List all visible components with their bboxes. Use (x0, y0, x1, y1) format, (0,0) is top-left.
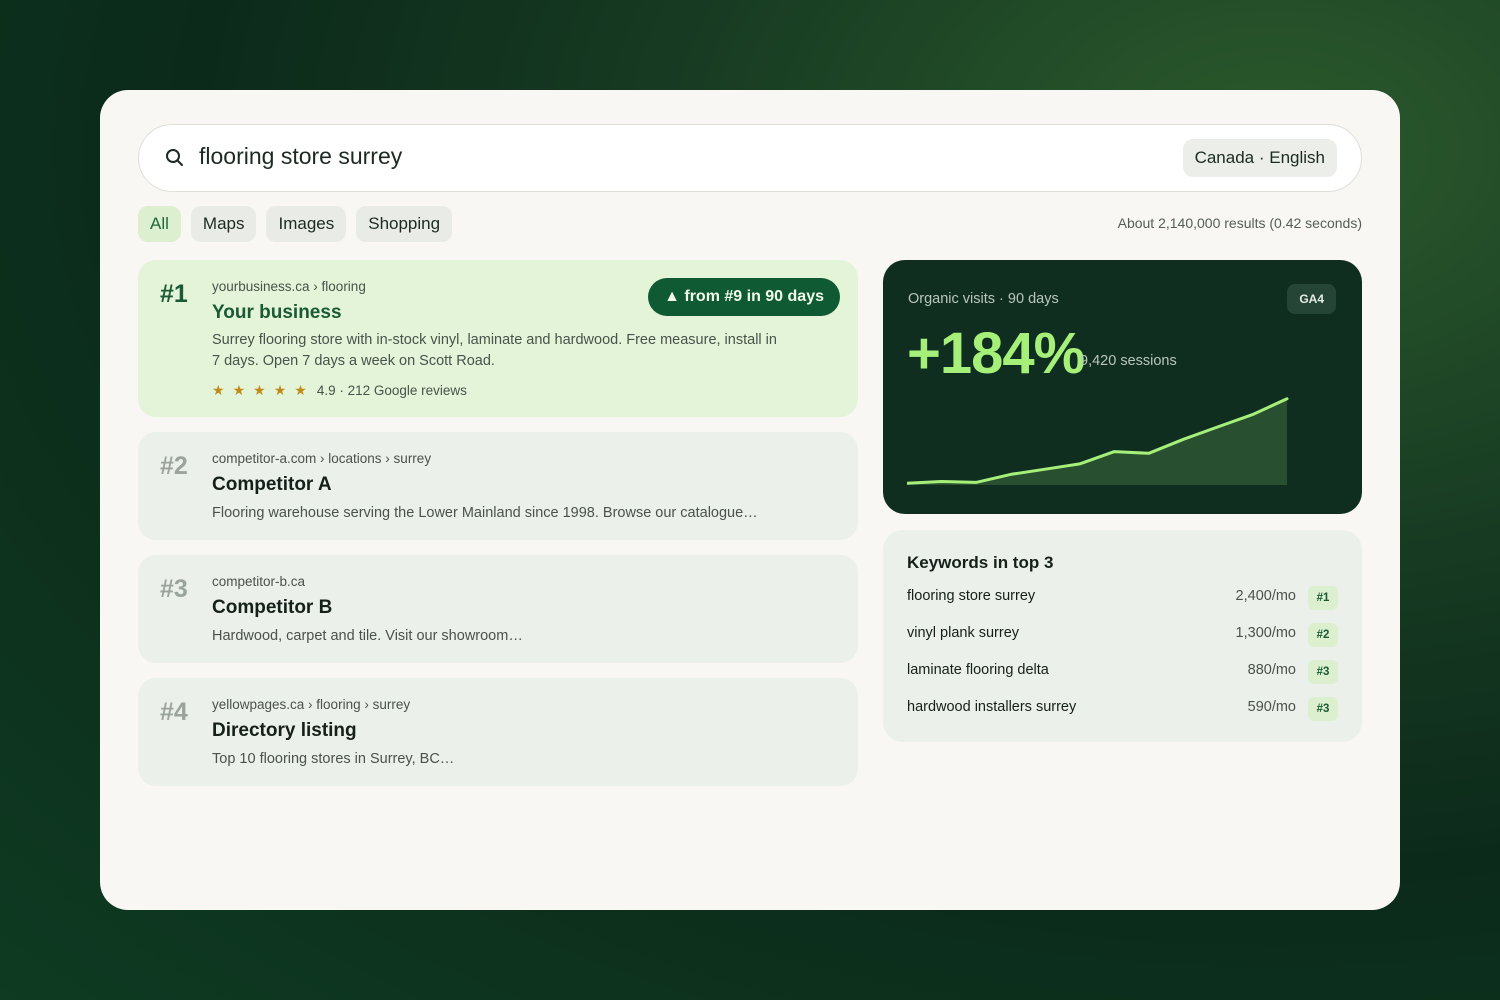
search-result-2[interactable]: #2 competitor-a.com › locations › surrey… (138, 432, 858, 540)
star-icon: ★ (253, 382, 266, 398)
keywords-title: Keywords in top 3 (907, 553, 1054, 572)
star-icon: ★ (232, 382, 246, 398)
keyword-position-badge: #1 (1308, 586, 1338, 610)
result-breadcrumb[interactable]: yellowpages.ca › flooring › surrey (212, 697, 410, 712)
keyword-position-badge: #3 (1308, 660, 1338, 684)
keyword-row: vinyl plank surrey 1,300/mo #2 (907, 623, 1338, 647)
result-description: Top 10 flooring stores in Surrey, BC… (212, 751, 455, 767)
keywords-panel: Keywords in top 3 flooring store surrey … (883, 530, 1362, 742)
star-icon: ★ (273, 382, 287, 398)
keyword-volume: 880/mo (1247, 662, 1296, 678)
result-description: Surrey flooring store with in-stock viny… (212, 332, 777, 369)
search-icon (166, 149, 183, 166)
tab-images[interactable]: Images (266, 206, 347, 242)
keyword-row: hardwood installers surrey 590/mo #3 (907, 697, 1338, 721)
keyword-position-badge: #2 (1308, 623, 1338, 647)
result-title[interactable]: Competitor A (212, 474, 332, 496)
search-result-1[interactable]: #1 yourbusiness.ca › flooring Your busin… (138, 260, 858, 417)
tab-all[interactable]: All (138, 206, 181, 242)
keyword-term: vinyl plank surrey (907, 625, 1020, 641)
keyword-row: laminate flooring delta 880/mo #3 (907, 660, 1338, 684)
result-title[interactable]: Competitor B (212, 597, 332, 619)
search-query[interactable]: flooring store surrey (199, 143, 402, 170)
organic-visits-panel: Organic visits · 90 days GA4 +184% 9,420… (883, 260, 1362, 514)
keyword-term: laminate flooring delta (907, 662, 1049, 678)
growth-percentage: +184% (907, 321, 1085, 386)
result-title[interactable]: Your business (212, 302, 342, 324)
result-breadcrumb[interactable]: yourbusiness.ca › flooring (212, 279, 366, 294)
region-selector[interactable]: Canada · English (1182, 139, 1337, 177)
star-icon: ★ (212, 382, 225, 398)
ga4-badge: GA4 (1287, 284, 1336, 314)
serp-card: flooring store surrey Canada · English A… (100, 90, 1400, 910)
result-breadcrumb[interactable]: competitor-b.ca (212, 574, 305, 589)
result-rank: #2 (160, 452, 188, 480)
rank-movement-badge: ▲ from #9 in 90 days (648, 278, 840, 316)
star-icon: ★ (294, 382, 307, 398)
result-description: Hardwood, carpet and tile. Visit our sho… (212, 628, 523, 644)
keyword-position-badge: #3 (1308, 697, 1338, 721)
results-count: About 2,140,000 results (0.42 seconds) (1117, 215, 1362, 231)
result-rank: #4 (160, 698, 188, 726)
result-rank: #3 (160, 575, 188, 603)
rating-text: 4.9 · 212 Google reviews (316, 383, 467, 398)
panel-label: Organic visits · 90 days (908, 291, 1059, 307)
sparkline-area (907, 398, 1287, 485)
keyword-volume: 1,300/mo (1235, 625, 1296, 641)
search-result-4[interactable]: #4 yellowpages.ca › flooring › surrey Di… (138, 678, 858, 786)
rating: ★ ★ ★ ★ ★ 4.9 · 212 Google reviews (212, 382, 467, 399)
result-description: Flooring warehouse serving the Lower Mai… (212, 505, 758, 521)
keyword-volume: 590/mo (1247, 699, 1296, 715)
visits-sparkline (907, 397, 1289, 485)
keyword-term: hardwood installers surrey (907, 699, 1077, 715)
result-breadcrumb[interactable]: competitor-a.com › locations › surrey (212, 451, 431, 466)
sessions-count: 9,420 sessions (1080, 353, 1177, 369)
keyword-term: flooring store surrey (907, 588, 1036, 604)
result-rank: #1 (160, 280, 188, 308)
tab-maps[interactable]: Maps (190, 206, 257, 242)
tab-shopping[interactable]: Shopping (356, 206, 453, 242)
search-result-3[interactable]: #3 competitor-b.ca Competitor B Hardwood… (138, 555, 858, 663)
keyword-row: flooring store surrey 2,400/mo #1 (907, 586, 1338, 610)
keyword-volume: 2,400/mo (1235, 588, 1296, 604)
search-bar[interactable]: flooring store surrey Canada · English (138, 124, 1362, 192)
search-tabs: All Maps Images Shopping (138, 206, 453, 242)
result-title[interactable]: Directory listing (212, 720, 357, 742)
